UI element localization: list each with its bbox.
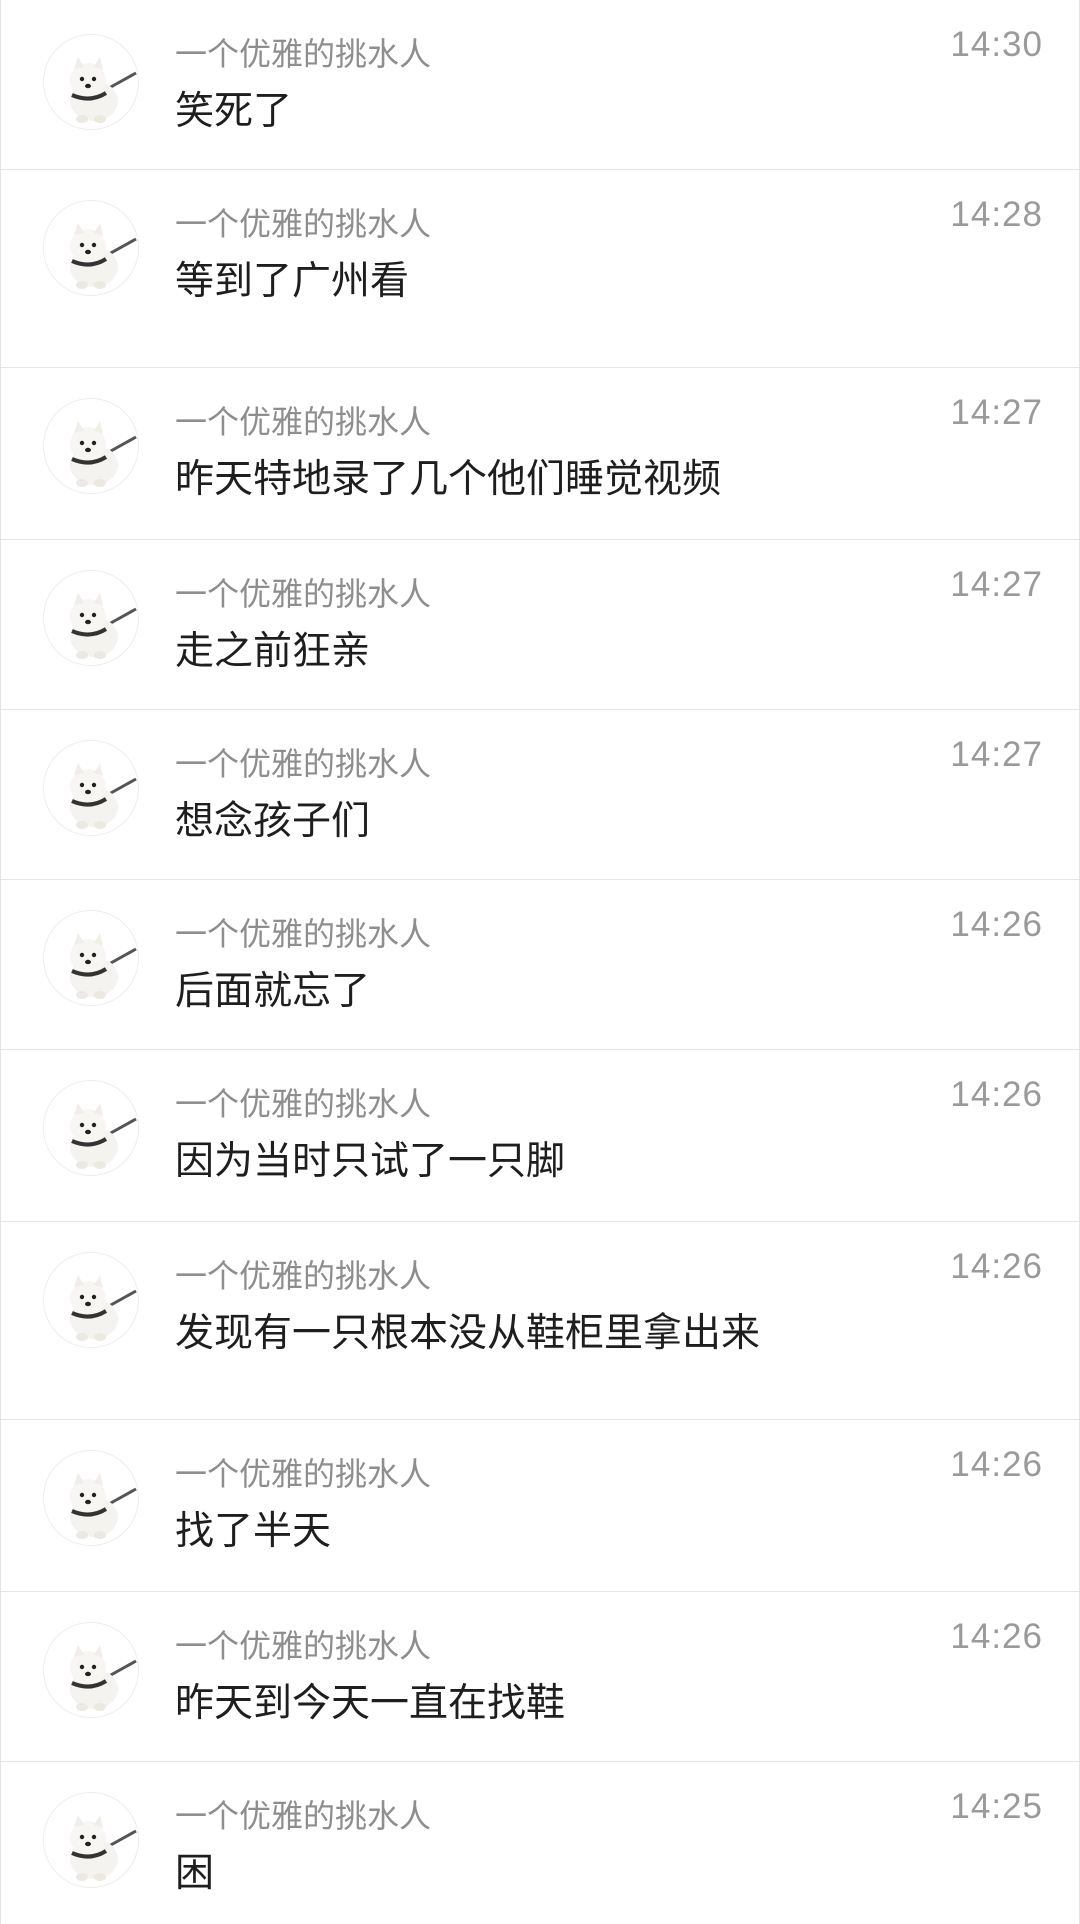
- avatar[interactable]: [43, 1080, 139, 1176]
- list-item[interactable]: 一个优雅的挑水人 发现有一只根本没从鞋柜里拿出来 14:26: [1, 1222, 1079, 1420]
- message-text: 昨天到今天一直在找鞋: [175, 1681, 566, 1726]
- message-text: 走之前狂亲: [175, 629, 371, 674]
- sender-name: 一个优雅的挑水人: [175, 1797, 432, 1835]
- samoyed-dog-avatar-icon: [44, 1081, 138, 1175]
- sender-name: 一个优雅的挑水人: [175, 35, 432, 73]
- sender-name: 一个优雅的挑水人: [175, 205, 432, 243]
- list-item[interactable]: 一个优雅的挑水人 因为当时只试了一只脚 14:26: [1, 1050, 1079, 1222]
- avatar[interactable]: [43, 1792, 139, 1888]
- list-item[interactable]: 一个优雅的挑水人 昨天特地录了几个他们睡觉视频 14:27: [1, 368, 1079, 540]
- message-list: 一个优雅的挑水人 笑死了 14:30 一个优雅的挑水人 等到了广州看 14:28…: [0, 0, 1080, 1924]
- avatar[interactable]: [43, 1450, 139, 1546]
- sender-name: 一个优雅的挑水人: [175, 403, 432, 441]
- samoyed-dog-avatar-icon: [44, 1253, 138, 1347]
- list-item[interactable]: 一个优雅的挑水人 后面就忘了 14:26: [1, 880, 1079, 1050]
- message-text: 发现有一只根本没从鞋柜里拿出来: [175, 1311, 761, 1356]
- message-text: 昨天特地录了几个他们睡觉视频: [175, 457, 722, 502]
- message-time: 14:27: [950, 565, 1043, 604]
- message-text: 因为当时只试了一只脚: [175, 1139, 566, 1184]
- sender-name: 一个优雅的挑水人: [175, 1085, 432, 1123]
- avatar[interactable]: [43, 1252, 139, 1348]
- list-item[interactable]: 一个优雅的挑水人 困 14:25: [1, 1762, 1079, 1924]
- avatar[interactable]: [43, 1622, 139, 1718]
- list-item[interactable]: 一个优雅的挑水人 等到了广州看 14:28: [1, 170, 1079, 368]
- list-item[interactable]: 一个优雅的挑水人 找了半天 14:26: [1, 1420, 1079, 1592]
- samoyed-dog-avatar-icon: [44, 1623, 138, 1717]
- message-time: 14:26: [950, 1247, 1043, 1286]
- avatar[interactable]: [43, 570, 139, 666]
- samoyed-dog-avatar-icon: [44, 35, 138, 129]
- samoyed-dog-avatar-icon: [44, 1451, 138, 1545]
- message-time: 14:26: [950, 1617, 1043, 1656]
- samoyed-dog-avatar-icon: [44, 911, 138, 1005]
- message-text: 后面就忘了: [175, 969, 371, 1014]
- avatar[interactable]: [43, 200, 139, 296]
- sender-name: 一个优雅的挑水人: [175, 915, 432, 953]
- list-item[interactable]: 一个优雅的挑水人 昨天到今天一直在找鞋 14:26: [1, 1592, 1079, 1762]
- message-text: 笑死了: [175, 89, 293, 134]
- sender-name: 一个优雅的挑水人: [175, 745, 432, 783]
- list-item[interactable]: 一个优雅的挑水人 想念孩子们 14:27: [1, 710, 1079, 880]
- samoyed-dog-avatar-icon: [44, 741, 138, 835]
- sender-name: 一个优雅的挑水人: [175, 575, 432, 613]
- message-time: 14:26: [950, 905, 1043, 944]
- avatar[interactable]: [43, 740, 139, 836]
- message-text: 等到了广州看: [175, 259, 410, 304]
- message-time: 14:30: [950, 25, 1043, 64]
- avatar[interactable]: [43, 34, 139, 130]
- message-time: 14:26: [950, 1445, 1043, 1484]
- message-text: 困: [175, 1851, 215, 1896]
- samoyed-dog-avatar-icon: [44, 1793, 138, 1887]
- message-time: 14:25: [950, 1787, 1043, 1826]
- message-text: 找了半天: [175, 1509, 332, 1554]
- avatar[interactable]: [43, 910, 139, 1006]
- samoyed-dog-avatar-icon: [44, 201, 138, 295]
- sender-name: 一个优雅的挑水人: [175, 1257, 432, 1295]
- avatar[interactable]: [43, 398, 139, 494]
- sender-name: 一个优雅的挑水人: [175, 1455, 432, 1493]
- samoyed-dog-avatar-icon: [44, 399, 138, 493]
- message-time: 14:28: [950, 195, 1043, 234]
- samoyed-dog-avatar-icon: [44, 571, 138, 665]
- message-time: 14:27: [950, 735, 1043, 774]
- message-time: 14:26: [950, 1075, 1043, 1114]
- message-time: 14:27: [950, 393, 1043, 432]
- message-text: 想念孩子们: [175, 799, 371, 844]
- sender-name: 一个优雅的挑水人: [175, 1627, 432, 1665]
- list-item[interactable]: 一个优雅的挑水人 走之前狂亲 14:27: [1, 540, 1079, 710]
- list-item[interactable]: 一个优雅的挑水人 笑死了 14:30: [1, 0, 1079, 170]
